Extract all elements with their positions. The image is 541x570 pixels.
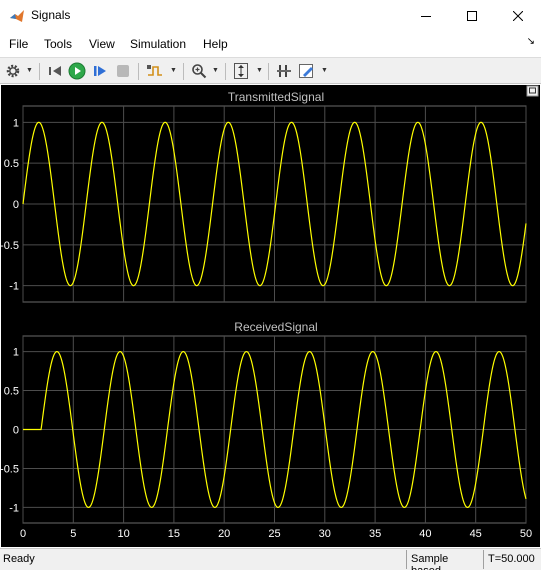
trigger-dropdown-icon[interactable]: ▼ (170, 67, 177, 74)
title-bar: Signals (0, 0, 541, 31)
received-signal-title: ReceivedSignal (234, 320, 317, 334)
menu-tools[interactable]: Tools (44, 37, 72, 51)
trigger-button[interactable] (145, 61, 165, 81)
scope-display: TransmittedSignal 1 0.5 0 -0.5 -1 ReceivedSi… (1, 85, 540, 547)
zoom-button[interactable] (189, 61, 209, 81)
menu-file[interactable]: File (9, 37, 28, 51)
run-icon (68, 62, 86, 80)
received-xtick-label: 0 (20, 528, 26, 540)
cursor-measurement-icon (277, 65, 291, 77)
received-xtick-label: 30 (319, 528, 331, 540)
transmitted-signal-axes: TransmittedSignal 1 0.5 0 -0.5 -1 (1, 90, 527, 303)
status-bar: Ready Sample based T=50.000 (0, 548, 541, 570)
transmitted-signal-title: TransmittedSignal (228, 90, 324, 104)
received-ytick-label: 1 (13, 347, 19, 359)
toolbar-separator (138, 63, 139, 80)
transmitted-ytick-label: -0.5 (1, 240, 19, 252)
restore-layout-icon[interactable] (526, 85, 539, 97)
received-xtick-label: 10 (117, 528, 129, 540)
trigger-icon (147, 65, 162, 76)
transmitted-ytick-label: 1 (13, 117, 19, 129)
minimize-button[interactable] (403, 0, 449, 31)
toolbar-separator (225, 63, 226, 80)
run-button[interactable] (67, 61, 87, 81)
scope-plots: TransmittedSignal 1 0.5 0 -0.5 -1 ReceivedSi… (1, 85, 539, 540)
status-ready: Ready (3, 553, 35, 565)
received-xtick-label: 20 (218, 528, 230, 540)
highlight-icon (299, 64, 313, 78)
maximize-button[interactable] (449, 0, 495, 31)
matlab-icon (10, 10, 24, 22)
transmitted-ytick-label: 0 (13, 199, 19, 211)
scale-dropdown-icon[interactable]: ▼ (256, 67, 263, 74)
maximize-icon (467, 10, 477, 21)
menu-simulation[interactable]: Simulation (130, 37, 186, 51)
received-ytick-label: -1 (9, 502, 19, 514)
close-button[interactable] (495, 0, 541, 31)
received-xtick-label: 15 (168, 528, 180, 540)
menu-bar: File Tools View Simulation Help (0, 31, 541, 55)
minimize-icon (421, 15, 431, 17)
toolbar: ▼ ▼ ▼ ▼ ▼ (0, 57, 541, 84)
scale-axes-icon (234, 63, 248, 79)
received-signal-axes: ReceivedSignal 1 0.5 0 -0.5 -1 0 5 10 15 20 25 30 35… (1, 320, 532, 540)
menu-view[interactable]: View (89, 37, 115, 51)
settings-button[interactable] (3, 61, 23, 81)
step-forward-button[interactable] (90, 61, 110, 81)
settings-dropdown-icon[interactable]: ▼ (26, 67, 33, 74)
received-xtick-label: 45 (470, 528, 482, 540)
step-back-button[interactable] (45, 61, 65, 81)
menu-help[interactable]: Help (203, 37, 228, 51)
highlight-button[interactable] (297, 61, 317, 81)
stop-button[interactable] (113, 61, 133, 81)
step-forward-icon (94, 66, 106, 76)
window-title: Signals (31, 8, 71, 22)
received-xtick-label: 5 (70, 528, 76, 540)
toolbar-separator (183, 63, 184, 80)
toolbar-separator (268, 63, 269, 80)
received-xtick-label: 40 (419, 528, 431, 540)
received-ytick-label: 0 (13, 425, 19, 437)
transmitted-ytick-label: -1 (9, 281, 19, 293)
undock-arrow-icon[interactable]: ↘ (527, 36, 535, 47)
toolbar-separator (39, 63, 40, 80)
received-xtick-label: 50 (520, 528, 532, 540)
received-xtick-label: 25 (268, 528, 280, 540)
status-time: T=50.000 (483, 550, 540, 569)
received-ytick-label: -0.5 (1, 463, 19, 475)
status-sample-mode: Sample based (406, 550, 483, 570)
close-icon (513, 10, 523, 21)
back-step-icon (49, 66, 61, 76)
received-xtick-label: 35 (369, 528, 381, 540)
stop-icon (117, 65, 129, 77)
gear-icon (6, 64, 20, 78)
highlight-dropdown-icon[interactable]: ▼ (321, 67, 328, 74)
zoom-dropdown-icon[interactable]: ▼ (212, 67, 219, 74)
zoom-in-icon (192, 64, 207, 79)
received-ytick-label: 0.5 (4, 386, 19, 398)
scale-axes-button[interactable] (231, 61, 251, 81)
cursor-measurements-button[interactable] (274, 61, 294, 81)
transmitted-ytick-label: 0.5 (4, 158, 19, 170)
